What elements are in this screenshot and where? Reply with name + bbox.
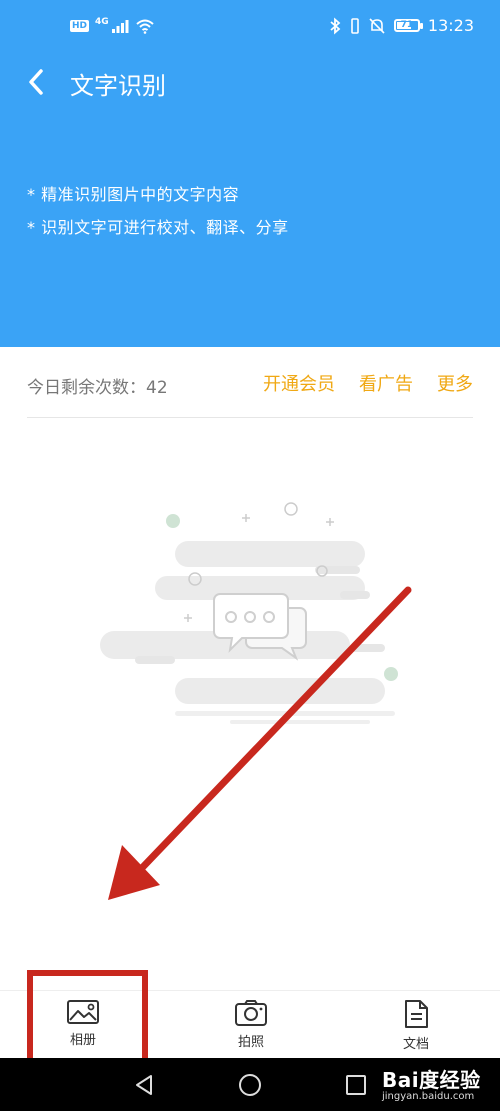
header-banner: HD 4G 71 13:23 文字识别 * 精准识别图片中的文字内容 * 识别文…	[0, 0, 500, 347]
battery-icon: 71	[393, 19, 423, 32]
nav-home-button[interactable]	[236, 1071, 264, 1099]
watermark: Bai度经验 jingyan.baidu.com	[382, 1064, 481, 1102]
triangle-back-icon	[136, 1075, 152, 1095]
mute-bell-icon	[369, 17, 385, 34]
nav-recent-button[interactable]	[342, 1071, 370, 1099]
bottom-tab-bar: 相册 拍照 文档	[0, 990, 500, 1058]
chevron-left-icon	[29, 69, 43, 95]
page-title: 文字识别	[70, 72, 166, 100]
wifi-icon	[136, 19, 154, 34]
more-link[interactable]: 更多	[437, 370, 473, 396]
status-bar: HD 4G 71 13:23	[0, 0, 500, 56]
watch-ad-link[interactable]: 看广告	[359, 370, 413, 396]
remaining-count-label: 今日剩余次数：42	[27, 378, 168, 398]
battery-level: 71	[400, 20, 414, 30]
status-left: HD 4G	[70, 17, 155, 34]
document-icon	[405, 1000, 428, 1028]
bluetooth-icon	[330, 17, 341, 34]
back-button[interactable]	[16, 62, 56, 102]
tab-document-label: 文档	[402, 1037, 429, 1052]
camera-icon	[235, 1000, 267, 1026]
feature-desc-2: * 识别文字可进行校对、翻译、分享	[27, 218, 289, 237]
watermark-main: Bai度经验	[382, 1068, 481, 1092]
quota-actions: 开通会员 看广告 更多	[263, 370, 473, 396]
feature-desc-1: * 精准识别图片中的文字内容	[27, 185, 240, 204]
tab-document[interactable]: 文档	[376, 999, 456, 1057]
network-label: 4G	[95, 17, 109, 27]
square-recent-icon	[346, 1075, 366, 1095]
tab-album[interactable]: 相册	[43, 999, 123, 1057]
status-time: 13:23	[427, 16, 474, 35]
empty-state-illustration	[100, 502, 398, 724]
vibrate-icon	[351, 17, 359, 34]
watermark-sub: jingyan.baidu.com	[382, 1091, 475, 1102]
nav-back-button[interactable]	[130, 1071, 158, 1099]
tab-camera[interactable]: 拍照	[211, 999, 291, 1057]
status-right: 71 13:23	[328, 16, 474, 35]
arrow-head	[108, 845, 160, 900]
quota-row: 今日剩余次数：42 开通会员 看广告 更多	[27, 370, 473, 418]
image-icon	[67, 1000, 99, 1024]
circle-home-icon	[239, 1074, 261, 1096]
vip-link[interactable]: 开通会员	[263, 370, 335, 396]
hd-badge: HD	[70, 20, 90, 32]
tab-camera-label: 拍照	[237, 1035, 264, 1050]
tab-album-label: 相册	[69, 1033, 96, 1048]
signal-icon	[111, 20, 129, 33]
